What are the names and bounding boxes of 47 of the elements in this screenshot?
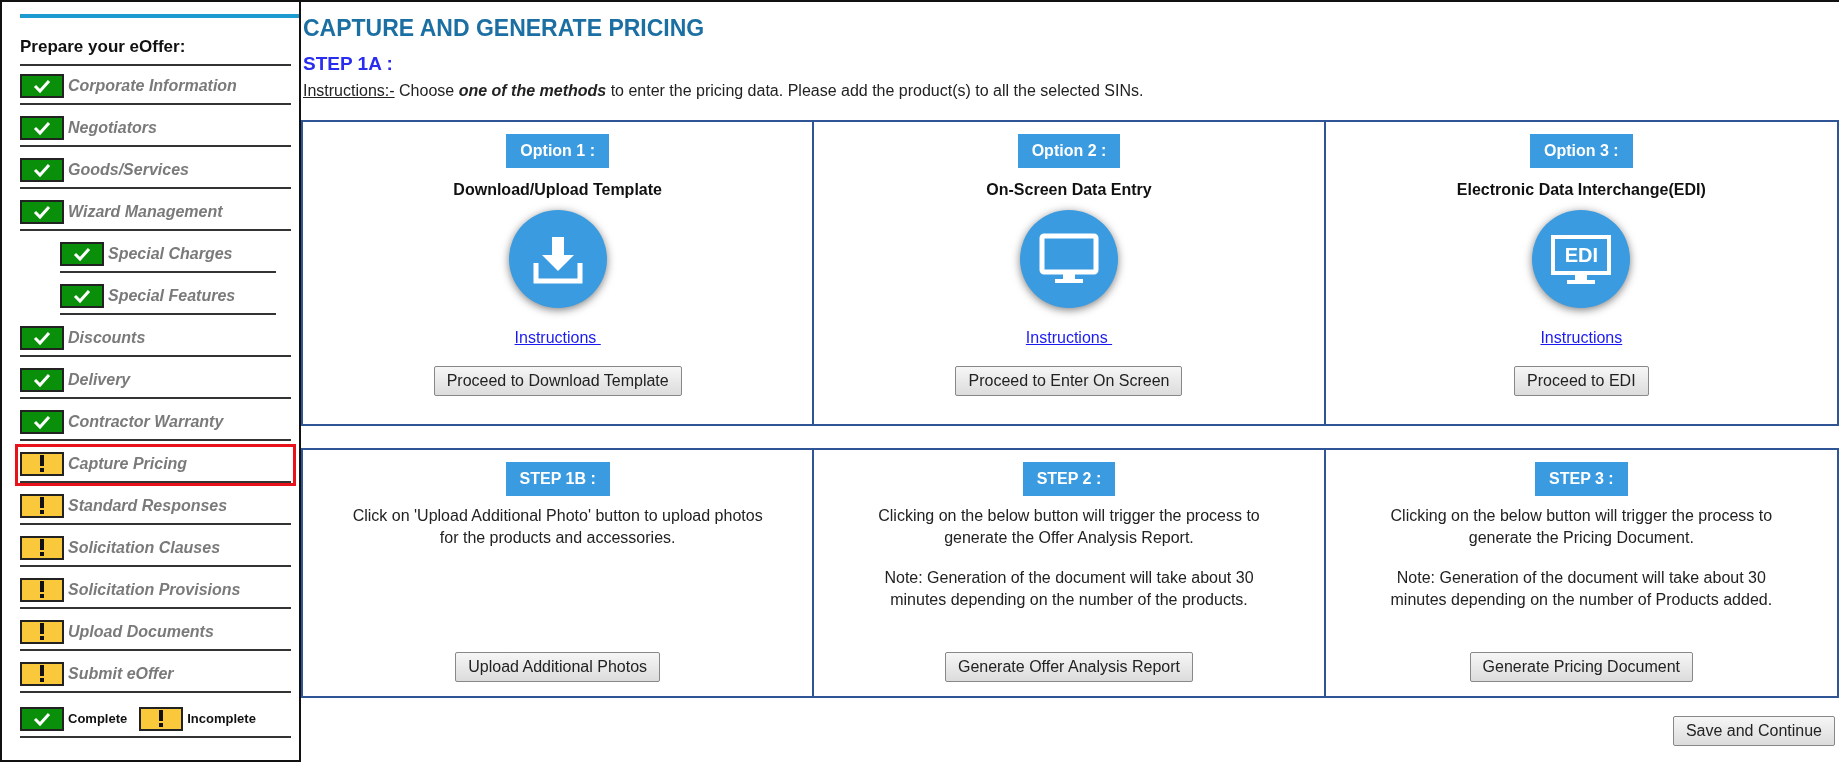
proceed-button[interactable]: Proceed to Download Template <box>433 366 682 396</box>
proceed-button[interactable]: Proceed to Enter On Screen <box>955 366 1183 396</box>
step-badge: STEP 3 : <box>1535 462 1628 496</box>
save-continue-button[interactable]: Save and Continue <box>1672 716 1835 746</box>
legend-label: Complete <box>68 709 128 728</box>
instructions-link[interactable]: Instructions <box>514 326 601 350</box>
step-badge: STEP 2 : <box>1022 462 1116 496</box>
sidebar-item[interactable]: Discounts <box>15 317 296 360</box>
option-badge: Option 1 : <box>506 134 609 168</box>
option-title: Download/Upload Template <box>453 180 662 200</box>
sidebar-item[interactable]: Special Features <box>55 275 281 318</box>
step-description: Note: Generation of the document will take about 30 minutes depending on the number of the products. <box>883 568 1255 610</box>
step-description: Note: Generation of the document will take about 30 minutes depending on the number of Products added. <box>1389 568 1774 610</box>
sidebar-item[interactable]: Submit eOffer <box>15 653 296 696</box>
proceed-button[interactable]: Proceed to EDI <box>1514 366 1649 396</box>
sidebar-item[interactable]: Corporate Information <box>15 65 296 108</box>
sidebar-item[interactable]: Negotiators <box>15 107 296 150</box>
sidebar-item[interactable]: Wizard Management <box>15 191 296 234</box>
step-button[interactable]: Generate Offer Analysis Report <box>944 652 1193 682</box>
monitor-icon <box>1039 233 1099 285</box>
sidebar-item[interactable]: Standard Responses <box>15 485 296 528</box>
instructions-text: Choose one of the methods to enter the pricing data. Please add the product(s) to all the selected SINs. <box>398 81 1144 101</box>
sidebar-item[interactable]: Delivery <box>15 359 296 402</box>
step-label: STEP 1A : <box>303 51 394 76</box>
step-button[interactable]: Upload Additional Photos <box>455 652 661 682</box>
step-description: Clicking on the below button will trigger the process to generate the Offer Analysis Report. <box>877 506 1261 548</box>
step-badge: STEP 1B : <box>505 462 610 496</box>
instructions-label: Instructions:- <box>303 81 395 101</box>
instructions-link[interactable]: Instructions <box>1025 326 1113 350</box>
option-badge: Option 3 : <box>1530 134 1633 168</box>
step-button[interactable]: Generate Pricing Document <box>1469 652 1694 682</box>
option-title: On-Screen Data Entry <box>986 180 1152 200</box>
sidebar-item[interactable]: Special Charges <box>55 233 281 276</box>
sidebar-title: Prepare your eOffer: <box>20 34 291 66</box>
step-description: Click on 'Upload Additional Photo' button to upload photos for the products and accessories. <box>351 506 764 548</box>
sidebar-item[interactable]: Solicitation Provisions <box>15 569 296 612</box>
sidebar-item[interactable]: Contractor Warranty <box>15 401 296 444</box>
sidebar-item[interactable]: Goods/Services <box>15 149 296 192</box>
sidebar-item[interactable]: Upload Documents <box>15 611 296 654</box>
sidebar-item[interactable]: Solicitation Clauses <box>15 527 296 570</box>
option-badge: Option 2 : <box>1017 134 1121 168</box>
page-title: CAPTURE AND GENERATE PRICING <box>303 14 706 43</box>
sidebar-item[interactable]: Capture Pricing <box>15 443 296 486</box>
instructions-link[interactable]: Instructions <box>1540 326 1623 350</box>
option-title: Electronic Data Interchange(EDI) <box>1456 180 1706 200</box>
step-description: Clicking on the below button will trigger the process to generate the Pricing Document. <box>1389 506 1774 548</box>
legend-label: Incomplete <box>187 709 256 728</box>
